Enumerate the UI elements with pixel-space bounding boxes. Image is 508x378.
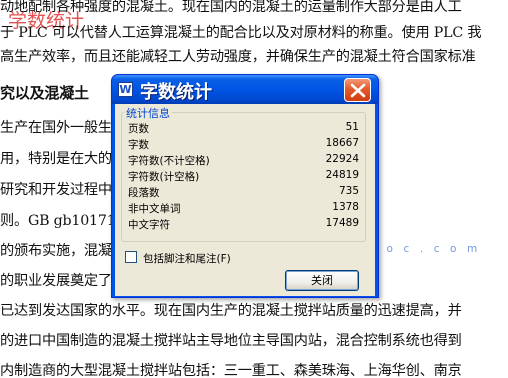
- stat-label: 页数: [128, 123, 149, 135]
- stat-value: 17489: [325, 217, 359, 229]
- close-icon: [350, 83, 366, 98]
- stat-label: 中文字符: [128, 219, 170, 231]
- stat-row-chinese-chars: 中文字符 17489: [128, 217, 359, 231]
- include-footnotes-checkbox[interactable]: [125, 251, 137, 263]
- document-line-11: 已达到发达国家的水平。现在国内生产的混凝土搅拌站质量的迅速提高，并: [0, 303, 462, 319]
- stat-label: 段落数: [128, 187, 160, 199]
- stat-row-chars-no-spaces: 字符数(不计空格) 22924: [128, 153, 359, 167]
- stat-value: 18667: [325, 137, 359, 149]
- stat-label: 字符数(计空格): [128, 171, 200, 183]
- word-count-dialog: W 字数统计 统计信息 页数 51 字数 18667 字符数(不计空格) 229…: [111, 74, 379, 298]
- statistics-group: 统计信息 页数 51 字数 18667 字符数(不计空格) 22924 字符数(…: [121, 105, 366, 242]
- stat-value: 51: [345, 121, 359, 133]
- dialog-body: 统计信息 页数 51 字数 18667 字符数(不计空格) 22924 字符数(…: [115, 104, 375, 296]
- stat-value: 1378: [332, 201, 359, 213]
- word-app-icon: W: [118, 82, 133, 97]
- close-dialog-button[interactable]: 关闭: [285, 270, 359, 291]
- stat-label: 字数: [128, 139, 149, 151]
- stat-row-non-chinese-words: 非中文单词 1378: [128, 201, 359, 215]
- document-line-2: 于 PLC 可以代替人工运算混凝土的配合比以及对原材料的称重。使用 PLC 我: [0, 25, 482, 41]
- stat-label: 字符数(不计空格): [128, 155, 210, 167]
- stat-value: 24819: [325, 169, 359, 181]
- include-footnotes-label[interactable]: 包括脚注和尾注(F): [143, 251, 231, 266]
- stat-label: 非中文单词: [128, 203, 181, 215]
- stat-row-chars-with-spaces: 字符数(计空格) 24819: [128, 169, 359, 183]
- stat-row-paragraphs: 段落数 735: [128, 185, 359, 199]
- document-line-3: 高生产效率，而且还能减轻工人劳动强度，并确保生产的混凝土符合国家标准: [0, 49, 476, 65]
- stat-value: 735: [338, 185, 359, 197]
- stat-row-words: 字数 18667: [128, 137, 359, 151]
- stat-row-pages: 页数 51: [128, 121, 359, 135]
- dialog-title: 字数统计: [140, 82, 212, 103]
- stat-value: 22924: [325, 153, 359, 165]
- document-section-heading: 究以及混凝土: [0, 84, 89, 102]
- dialog-titlebar[interactable]: W 字数统计: [112, 75, 378, 104]
- document-line-12: 的进口中国制造的混凝土搅拌站主导地位主导国内站，混合控制系统也得到: [0, 333, 462, 349]
- statistics-group-title: 统计信息: [124, 105, 172, 121]
- close-button[interactable]: [344, 78, 371, 102]
- document-line-13: 内制造商的大型混凝土搅拌站包括：三一重工、森美珠海、上海华创、南京: [0, 363, 462, 378]
